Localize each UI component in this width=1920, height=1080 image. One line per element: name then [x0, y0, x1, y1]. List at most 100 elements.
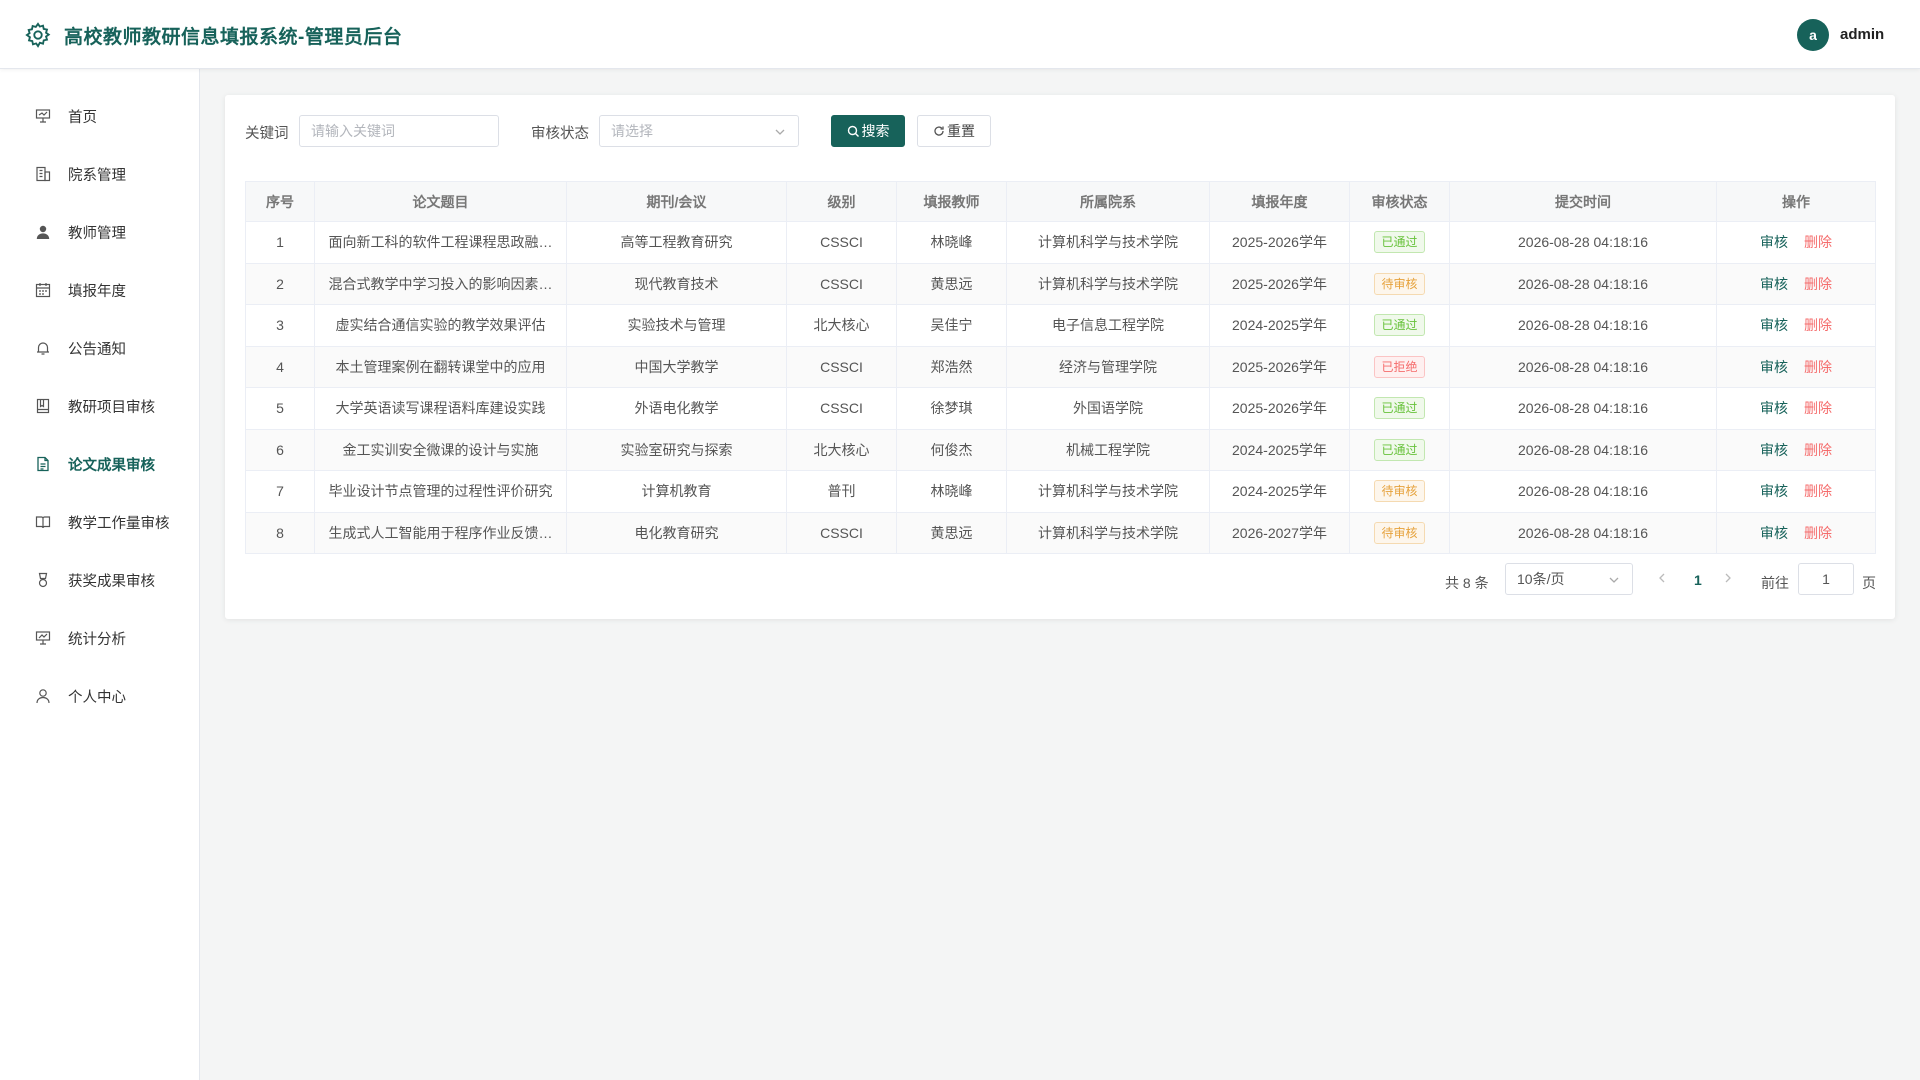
- document-icon: [34, 455, 52, 473]
- cell-status: 已通过: [1349, 428, 1450, 471]
- avatar[interactable]: a: [1797, 19, 1829, 51]
- column-header[interactable]: 级别: [786, 181, 897, 222]
- cell-title: 混合式教学中学习投入的影响因素…: [314, 262, 567, 305]
- cell-journal: 计算机教育: [566, 470, 787, 513]
- cell-dept: 计算机科学与技术学院: [1006, 470, 1210, 513]
- status-badge: 已通过: [1374, 231, 1425, 254]
- cell-no: 6: [245, 428, 315, 471]
- cell-actions: 审核 删除: [1716, 262, 1876, 305]
- sidebar-item-departments[interactable]: 院系管理: [0, 145, 199, 203]
- sidebar-item-statistics[interactable]: 统计分析: [0, 609, 199, 667]
- page-size-select[interactable]: 10条/页: [1505, 563, 1633, 595]
- sidebar-item-home[interactable]: 首页: [0, 87, 199, 145]
- content-card: 关键词 请输入关键词 审核状态 请选择 搜索 重置 序号 论文题目 期刊/会议: [225, 95, 1895, 619]
- keyword-input[interactable]: 请输入关键词: [299, 115, 499, 147]
- column-header[interactable]: 论文题目: [314, 181, 567, 222]
- cell-title: 虚实结合通信实验的教学效果评估: [314, 304, 567, 347]
- sidebar-item-teachers[interactable]: 教师管理: [0, 203, 199, 261]
- column-header[interactable]: 填报教师: [896, 181, 1007, 222]
- delete-button[interactable]: 删除: [1804, 359, 1832, 375]
- review-button[interactable]: 审核: [1760, 483, 1788, 499]
- calendar-icon: [34, 281, 52, 299]
- cell-year: 2025-2026学年: [1209, 345, 1350, 388]
- sidebar-item-workload-review[interactable]: 教学工作量审核: [0, 493, 199, 551]
- column-header[interactable]: 序号: [245, 181, 315, 222]
- goto-page-input[interactable]: 1: [1798, 563, 1854, 595]
- cell-year: 2024-2025学年: [1209, 470, 1350, 513]
- status-select[interactable]: 请选择: [599, 115, 799, 147]
- cell-status: 已通过: [1349, 387, 1450, 430]
- review-button[interactable]: 审核: [1760, 442, 1788, 458]
- cell-no: 2: [245, 262, 315, 305]
- cell-dept: 计算机科学与技术学院: [1006, 221, 1210, 264]
- current-page[interactable]: 1: [1694, 572, 1702, 588]
- cell-journal: 中国大学教学: [566, 345, 787, 388]
- delete-button[interactable]: 删除: [1804, 317, 1832, 333]
- cell-status: 待审核: [1349, 511, 1450, 554]
- presentation-icon: [34, 107, 52, 125]
- column-header[interactable]: 期刊/会议: [566, 181, 787, 222]
- sidebar-item-label: 个人中心: [68, 689, 126, 706]
- sidebar-item-project-review[interactable]: 教研项目审核: [0, 377, 199, 435]
- search-icon: [847, 125, 860, 138]
- cell-dept: 经济与管理学院: [1006, 345, 1210, 388]
- cell-teacher: 郑浩然: [896, 345, 1007, 388]
- username[interactable]: admin: [1840, 26, 1884, 43]
- cell-actions: 审核 删除: [1716, 428, 1876, 471]
- review-button[interactable]: 审核: [1760, 359, 1788, 375]
- delete-button[interactable]: 删除: [1804, 276, 1832, 292]
- cell-level: 普刊: [786, 470, 897, 513]
- delete-button[interactable]: 删除: [1804, 400, 1832, 416]
- table-row: 8 生成式人工智能用于程序作业反馈… 电化教育研究 CSSCI 黄思远 计算机科…: [245, 511, 1876, 554]
- cell-year: 2024-2025学年: [1209, 304, 1350, 347]
- column-header[interactable]: 提交时间: [1449, 181, 1717, 222]
- sidebar-item-label: 教学工作量审核: [68, 515, 170, 532]
- delete-button[interactable]: 删除: [1804, 234, 1832, 250]
- column-header[interactable]: 所属院系: [1006, 181, 1210, 222]
- next-page-icon[interactable]: [1723, 571, 1733, 587]
- cell-teacher: 黄思远: [896, 511, 1007, 554]
- delete-button[interactable]: 删除: [1804, 525, 1832, 541]
- cell-no: 7: [245, 470, 315, 513]
- cell-title: 毕业设计节点管理的过程性评价研究: [314, 470, 567, 513]
- sidebar: 首页 院系管理 教师管理 填报年度 公告通知 教研项目审核 论文成果审核 教学工…: [0, 69, 200, 1080]
- sidebar-item-paper-review[interactable]: 论文成果审核: [0, 435, 199, 493]
- sidebar-item-profile[interactable]: 个人中心: [0, 667, 199, 725]
- building-icon: [34, 165, 52, 183]
- search-button[interactable]: 搜索: [831, 115, 905, 147]
- column-header[interactable]: 审核状态: [1349, 181, 1450, 222]
- cell-title: 生成式人工智能用于程序作业反馈…: [314, 511, 567, 554]
- cell-time: 2026-08-28 04:18:16: [1449, 428, 1717, 471]
- cell-actions: 审核 删除: [1716, 345, 1876, 388]
- sidebar-item-label: 教研项目审核: [68, 399, 155, 416]
- sidebar-item-label: 首页: [68, 109, 97, 126]
- top-header: 高校教师教研信息填报系统-管理员后台 a admin: [0, 0, 1920, 69]
- page-unit-label: 页: [1862, 575, 1876, 591]
- cell-no: 3: [245, 304, 315, 347]
- review-button[interactable]: 审核: [1760, 525, 1788, 541]
- goto-label: 前往: [1761, 575, 1789, 591]
- delete-button[interactable]: 删除: [1804, 442, 1832, 458]
- column-header[interactable]: 填报年度: [1209, 181, 1350, 222]
- sidebar-item-award-review[interactable]: 获奖成果审核: [0, 551, 199, 609]
- review-button[interactable]: 审核: [1760, 234, 1788, 250]
- reset-button[interactable]: 重置: [917, 115, 991, 147]
- cell-journal: 实验室研究与探索: [566, 428, 787, 471]
- book-icon: [34, 513, 52, 531]
- cell-no: 8: [245, 511, 315, 554]
- status-badge: 待审核: [1374, 521, 1425, 544]
- delete-button[interactable]: 删除: [1804, 483, 1832, 499]
- cell-actions: 审核 删除: [1716, 221, 1876, 264]
- review-button[interactable]: 审核: [1760, 400, 1788, 416]
- cell-teacher: 林晓峰: [896, 470, 1007, 513]
- review-button[interactable]: 审核: [1760, 276, 1788, 292]
- sidebar-item-notices[interactable]: 公告通知: [0, 319, 199, 377]
- column-header[interactable]: 操作: [1716, 181, 1876, 222]
- cell-actions: 审核 删除: [1716, 387, 1876, 430]
- cell-no: 1: [245, 221, 315, 264]
- prev-page-icon[interactable]: [1657, 571, 1667, 587]
- cell-year: 2025-2026学年: [1209, 221, 1350, 264]
- sidebar-item-report-year[interactable]: 填报年度: [0, 261, 199, 319]
- cell-dept: 计算机科学与技术学院: [1006, 511, 1210, 554]
- review-button[interactable]: 审核: [1760, 317, 1788, 333]
